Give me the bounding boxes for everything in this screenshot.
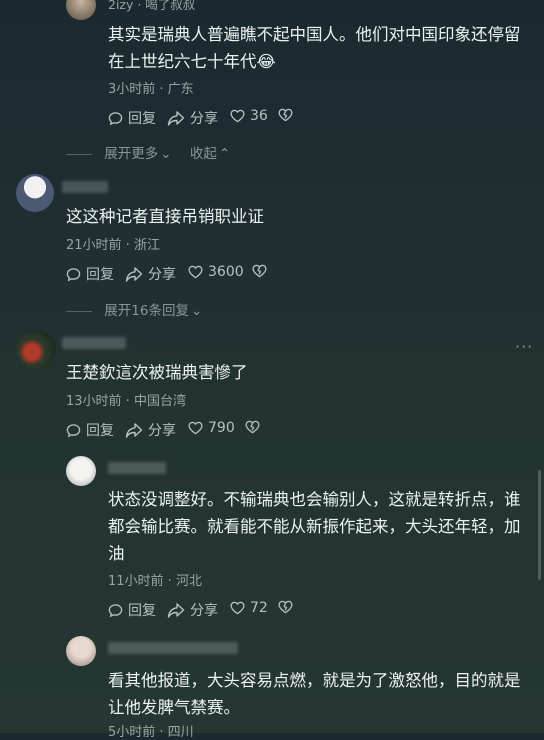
chevron-up-icon: ⌃ bbox=[218, 146, 231, 162]
divider bbox=[66, 310, 92, 312]
dislike-button[interactable] bbox=[245, 420, 260, 434]
collapse-button[interactable]: 收起 ⌃ bbox=[190, 146, 230, 162]
comment-meta: 5小时前 · 四川 bbox=[108, 725, 194, 740]
like-count: 36 bbox=[250, 108, 268, 124]
like-button[interactable]: 790 bbox=[188, 420, 235, 436]
comment-username[interactable]: 2izy · 喝了叔叔 bbox=[108, 0, 195, 13]
avatar[interactable] bbox=[16, 174, 54, 212]
like-count: 790 bbox=[208, 420, 235, 436]
comment-text-line: 油 bbox=[108, 544, 125, 563]
share-arrow-icon bbox=[125, 266, 143, 282]
comment-text: 其实是瑞典人普遍瞧不起中国人。他们对中国印象还停留 在上世纪六七十年代😂 bbox=[108, 21, 538, 75]
divider bbox=[66, 153, 92, 155]
like-button[interactable]: 3600 bbox=[188, 264, 244, 280]
comment-text-line: 都会输比赛。就看能不能从新振作起来，大头还年轻，加 bbox=[108, 517, 521, 536]
dislike-button[interactable] bbox=[252, 264, 267, 278]
reply-label: 回复 bbox=[128, 111, 156, 127]
comment-username-blurred[interactable] bbox=[108, 462, 166, 474]
thread-controls: 展开更多 ⌄ 收起 ⌃ bbox=[66, 142, 230, 162]
like-count: 3600 bbox=[208, 264, 244, 280]
comment-meta: 11小时前 · 河北 bbox=[108, 574, 202, 589]
share-arrow-icon bbox=[167, 110, 185, 126]
share-arrow-icon bbox=[125, 422, 143, 438]
share-button[interactable]: 分享 bbox=[167, 108, 218, 128]
share-arrow-icon bbox=[167, 602, 185, 618]
comment-text-line: 这这种记者直接吊销职业证 bbox=[66, 207, 264, 226]
dislike-button[interactable] bbox=[278, 108, 293, 122]
heart-icon bbox=[188, 421, 203, 435]
dislike-button[interactable] bbox=[278, 600, 293, 614]
expand-more-button[interactable]: 展开更多 ⌄ bbox=[104, 146, 171, 162]
share-button[interactable]: 分享 bbox=[167, 600, 218, 620]
share-label: 分享 bbox=[190, 603, 218, 619]
comment-text: 这这种记者直接吊销职业证 bbox=[66, 203, 264, 230]
scrollbar[interactable] bbox=[538, 470, 541, 580]
reply-button[interactable]: 回复 bbox=[66, 264, 114, 284]
comment-text: 看其他报道，大头容易点燃，就是为了激怒他，目的就是 让他发脾气禁赛。 bbox=[108, 667, 538, 721]
more-dots-icon[interactable]: ··· bbox=[515, 337, 533, 356]
heart-icon bbox=[188, 265, 203, 279]
comment-text-line: 状态没调整好。不输瑞典也会输别人，这就是转折点，谁 bbox=[108, 490, 521, 509]
comment-username-blurred[interactable] bbox=[62, 337, 126, 349]
comment-text-line: 其实是瑞典人普遍瞧不起中国人。他们对中国印象还停留 bbox=[108, 25, 521, 44]
heart-icon bbox=[230, 601, 245, 615]
reply-bubble-icon bbox=[108, 111, 123, 126]
comment-text-line: 在上世纪六七十年代😂 bbox=[108, 52, 276, 71]
share-button[interactable]: 分享 bbox=[125, 420, 176, 440]
avatar[interactable] bbox=[66, 0, 96, 20]
reply-button[interactable]: 回复 bbox=[108, 600, 156, 620]
comment-username-blurred[interactable] bbox=[62, 181, 108, 193]
comment-text: 状态没调整好。不输瑞典也会输别人，这就是转折点，谁 都会输比赛。就看能不能从新振… bbox=[108, 486, 538, 567]
comment-meta: 21小时前 · 浙江 bbox=[66, 238, 160, 253]
like-button[interactable]: 72 bbox=[230, 600, 268, 616]
chevron-down-icon: ⌄ bbox=[160, 146, 172, 162]
broken-heart-icon bbox=[252, 264, 267, 278]
reply-label: 回复 bbox=[86, 423, 114, 439]
broken-heart-icon bbox=[245, 420, 260, 434]
avatar[interactable] bbox=[66, 456, 96, 486]
share-label: 分享 bbox=[148, 267, 176, 283]
share-label: 分享 bbox=[148, 423, 176, 439]
comment-username-blurred[interactable] bbox=[108, 642, 238, 654]
heart-icon bbox=[230, 109, 245, 123]
reply-button[interactable]: 回复 bbox=[108, 108, 156, 128]
reply-bubble-icon bbox=[66, 423, 81, 438]
reply-label: 回复 bbox=[86, 267, 114, 283]
share-label: 分享 bbox=[190, 111, 218, 127]
broken-heart-icon bbox=[278, 600, 293, 614]
comment-text: 王楚欽這次被瑞典害慘了 bbox=[66, 359, 248, 386]
comment-text-line: 看其他报道，大头容易点燃，就是为了激怒他，目的就是 bbox=[108, 671, 521, 690]
avatar[interactable] bbox=[16, 330, 56, 370]
like-count: 72 bbox=[250, 600, 268, 616]
comment-meta: 13小时前 · 中国台湾 bbox=[66, 394, 186, 409]
comment-text-line: 让他发脾气禁赛。 bbox=[108, 698, 240, 717]
comment-meta: 3小时前 · 广东 bbox=[108, 82, 194, 97]
chevron-down-icon: ⌄ bbox=[190, 303, 203, 319]
reply-label: 回复 bbox=[128, 603, 156, 619]
reply-bubble-icon bbox=[66, 267, 81, 282]
broken-heart-icon bbox=[278, 108, 293, 122]
avatar[interactable] bbox=[66, 636, 96, 666]
comment-text-line: 王楚欽這次被瑞典害慘了 bbox=[66, 363, 248, 382]
reply-bubble-icon bbox=[108, 603, 123, 618]
reply-button[interactable]: 回复 bbox=[66, 420, 114, 440]
like-button[interactable]: 36 bbox=[230, 108, 268, 124]
share-button[interactable]: 分享 bbox=[125, 264, 176, 284]
expand-replies-button[interactable]: 展开16条回复 ⌄ bbox=[66, 299, 202, 319]
